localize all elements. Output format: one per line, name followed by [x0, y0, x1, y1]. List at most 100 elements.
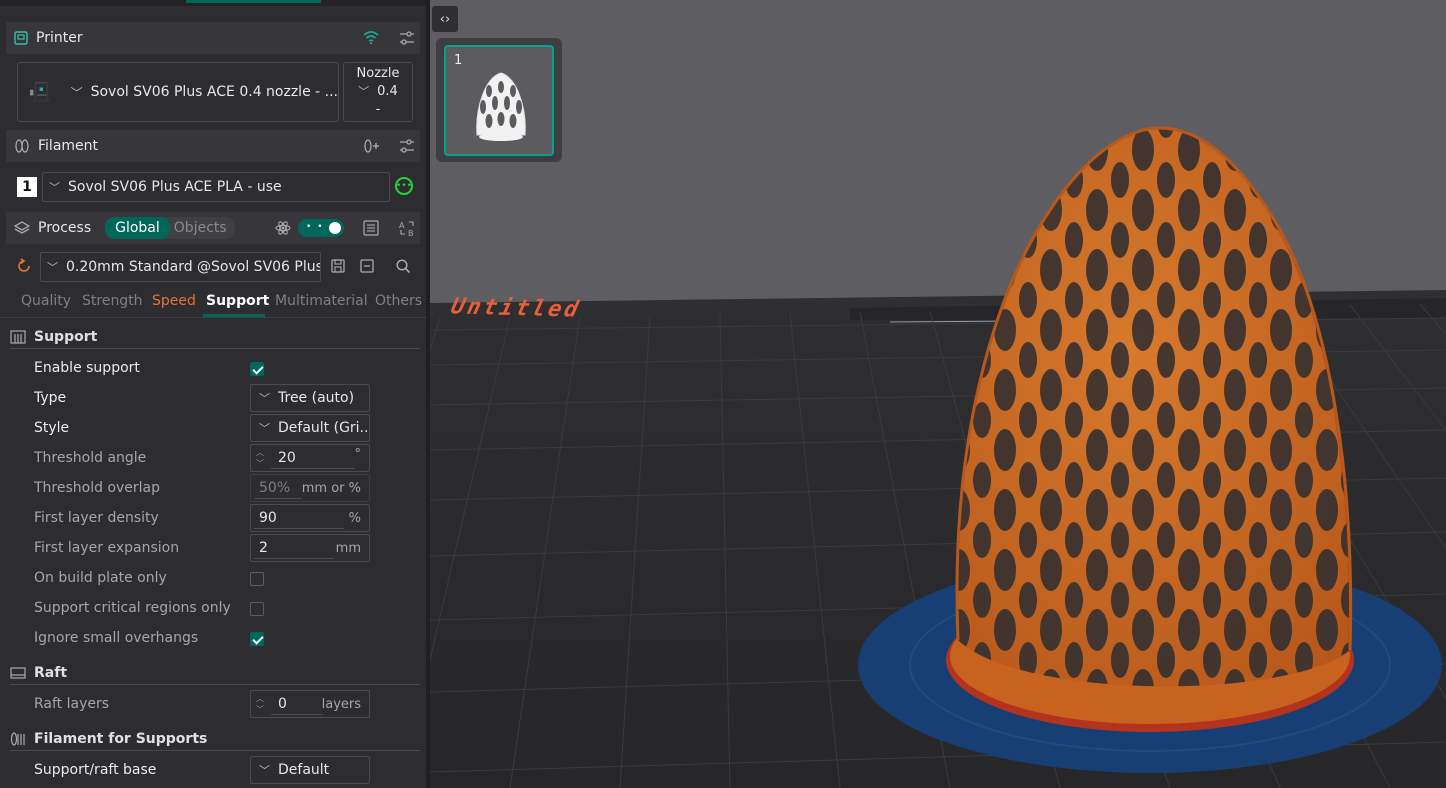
- first-layer-expansion-value: 2: [259, 540, 268, 556]
- threshold-angle-value: 20: [278, 450, 296, 466]
- nozzle-value: 0.4: [377, 84, 398, 99]
- nozzle-selector[interactable]: Nozzle ﹀ 0.4 -: [343, 62, 413, 122]
- atom-icon[interactable]: [274, 219, 292, 237]
- threshold-angle-unit: °: [354, 447, 362, 462]
- first-layer-expansion-label: First layer expansion: [34, 540, 180, 556]
- support-raft-base-label: Support/raft base: [34, 762, 157, 778]
- plate-list: 1: [436, 38, 562, 162]
- first-layer-expansion-unit: mm: [335, 541, 361, 556]
- filament-slot-number[interactable]: 1: [17, 177, 37, 197]
- filament-section-title: Filament: [38, 138, 99, 154]
- reset-icon[interactable]: [16, 258, 32, 274]
- process-preset-name: 0.20mm Standard @Sovol SV06 Plus...: [66, 259, 321, 275]
- active-tab-indicator: [186, 0, 321, 3]
- filament-section-header: Filament: [6, 130, 420, 162]
- svg-text:A: A: [399, 221, 405, 230]
- scene: [430, 100, 1446, 788]
- raft-group-header: Raft: [10, 661, 420, 685]
- tab-support[interactable]: Support: [206, 293, 269, 309]
- add-filament-icon[interactable]: [362, 137, 380, 155]
- settings-panel: Printer ﹀ Sovol SV06 Plus ACE 0.4 nozzle…: [0, 0, 426, 788]
- chevron-down-icon: ﹀: [70, 85, 83, 100]
- enable-support-checkbox[interactable]: [250, 362, 264, 376]
- plate-number: 1: [454, 53, 463, 68]
- dome-thumbnail-icon: [476, 72, 526, 141]
- support-group-title: Support: [34, 328, 98, 345]
- support-icon: [10, 329, 26, 345]
- first-layer-density-value: 90: [259, 510, 277, 526]
- enable-support-label: Enable support: [34, 360, 140, 376]
- chevron-down-icon: ﹀: [49, 181, 60, 194]
- advanced-toggle[interactable]: ••: [298, 219, 344, 237]
- edit-filament-icon[interactable]: •••: [395, 177, 413, 195]
- chevron-down-icon: ﹀: [358, 85, 370, 98]
- support-type-label: Type: [34, 390, 67, 406]
- threshold-overlap-input[interactable]: 50% mm or %: [250, 474, 370, 502]
- raft-layers-label: Raft layers: [34, 696, 110, 712]
- divider: [0, 317, 426, 318]
- first-layer-expansion-input[interactable]: 2 mm: [250, 534, 370, 562]
- threshold-overlap-value: 50%: [259, 480, 291, 496]
- support-raft-base-value: Default: [278, 762, 330, 778]
- raft-icon: [10, 665, 26, 681]
- ignore-small-overhangs-label: Ignore small overhangs: [34, 630, 199, 646]
- critical-regions-only-label: Support critical regions only: [34, 600, 231, 616]
- list-icon[interactable]: [362, 219, 380, 237]
- build-plate-only-checkbox[interactable]: [250, 572, 264, 586]
- first-layer-density-input[interactable]: 90 %: [250, 504, 370, 532]
- support-style-value: Default (Gri...: [278, 420, 370, 436]
- ignore-small-overhangs-checkbox[interactable]: [250, 632, 264, 646]
- nozzle-extra: -: [375, 102, 381, 117]
- dome-model[interactable]: [930, 100, 1380, 720]
- support-type-value: Tree (auto): [278, 390, 355, 406]
- printer-selector[interactable]: ﹀ Sovol SV06 Plus ACE 0.4 nozzle - ...: [17, 62, 339, 122]
- search-icon[interactable]: [395, 258, 411, 274]
- printer-settings-icon[interactable]: [398, 29, 416, 47]
- support-type-select[interactable]: ﹀ Tree (auto): [250, 384, 370, 412]
- 3d-viewport[interactable]: Untitled: [430, 0, 1446, 788]
- threshold-overlap-unit: mm or %: [301, 481, 361, 496]
- chevron-down-icon: ﹀: [259, 392, 270, 405]
- process-preset-selector[interactable]: ﹀ 0.20mm Standard @Sovol SV06 Plus...: [40, 252, 321, 282]
- filament-supports-icon: [10, 731, 26, 747]
- first-layer-density-label: First layer density: [34, 510, 159, 526]
- threshold-angle-input[interactable]: ︿ ﹀ 20 °: [250, 444, 370, 472]
- layers-icon: [14, 220, 30, 236]
- printer-thumbnail: [30, 81, 51, 103]
- compare-icon[interactable]: AB: [398, 219, 416, 237]
- filament-settings-icon[interactable]: [398, 137, 416, 155]
- collapse-sidebar-button[interactable]: ‹›: [432, 6, 458, 32]
- plate-thumbnail[interactable]: 1: [444, 45, 554, 156]
- plate-name-label[interactable]: Untitled: [448, 294, 583, 322]
- support-style-label: Style: [34, 420, 70, 436]
- critical-regions-only-checkbox[interactable]: [250, 602, 264, 616]
- filament-selector[interactable]: ﹀ Sovol SV06 Plus ACE PLA - use: [42, 172, 390, 202]
- mode-objects-button[interactable]: Objects: [170, 220, 235, 236]
- nozzle-label: Nozzle: [356, 66, 400, 81]
- settings-tabs: Quality Strength Speed Support Multimate…: [0, 290, 426, 318]
- tab-strength[interactable]: Strength: [82, 293, 143, 309]
- tab-others[interactable]: Others: [375, 293, 422, 309]
- process-section-header: Process Global Objects AB: [6, 212, 420, 244]
- support-group-header: Support: [10, 325, 420, 349]
- support-raft-base-select[interactable]: ﹀ Default: [250, 756, 370, 784]
- printer-section-title: Printer: [36, 30, 83, 46]
- save-icon[interactable]: [330, 258, 346, 274]
- spin-arrows-icon[interactable]: ︿ ﹀: [256, 447, 264, 469]
- support-style-select[interactable]: ﹀ Default (Gri...: [250, 414, 370, 442]
- tab-quality[interactable]: Quality: [21, 293, 71, 309]
- mode-global-button[interactable]: Global: [105, 217, 170, 239]
- filament-icon: [14, 138, 30, 154]
- tab-speed[interactable]: Speed: [152, 293, 196, 309]
- chevron-down-icon: ﹀: [259, 764, 270, 777]
- threshold-overlap-label: Threshold overlap: [34, 480, 161, 496]
- remove-preset-icon[interactable]: [359, 258, 375, 274]
- spin-arrows-icon[interactable]: ︿ ﹀: [256, 693, 264, 715]
- threshold-angle-label: Threshold angle: [34, 450, 147, 466]
- raft-group-title: Raft: [34, 664, 68, 681]
- wifi-icon[interactable]: [362, 29, 380, 45]
- filament-for-supports-title: Filament for Supports: [34, 730, 208, 747]
- tab-multimaterial[interactable]: Multimaterial: [275, 293, 368, 309]
- raft-layers-input[interactable]: ︿ ﹀ 0 layers: [250, 690, 370, 718]
- printer-icon: [14, 31, 28, 45]
